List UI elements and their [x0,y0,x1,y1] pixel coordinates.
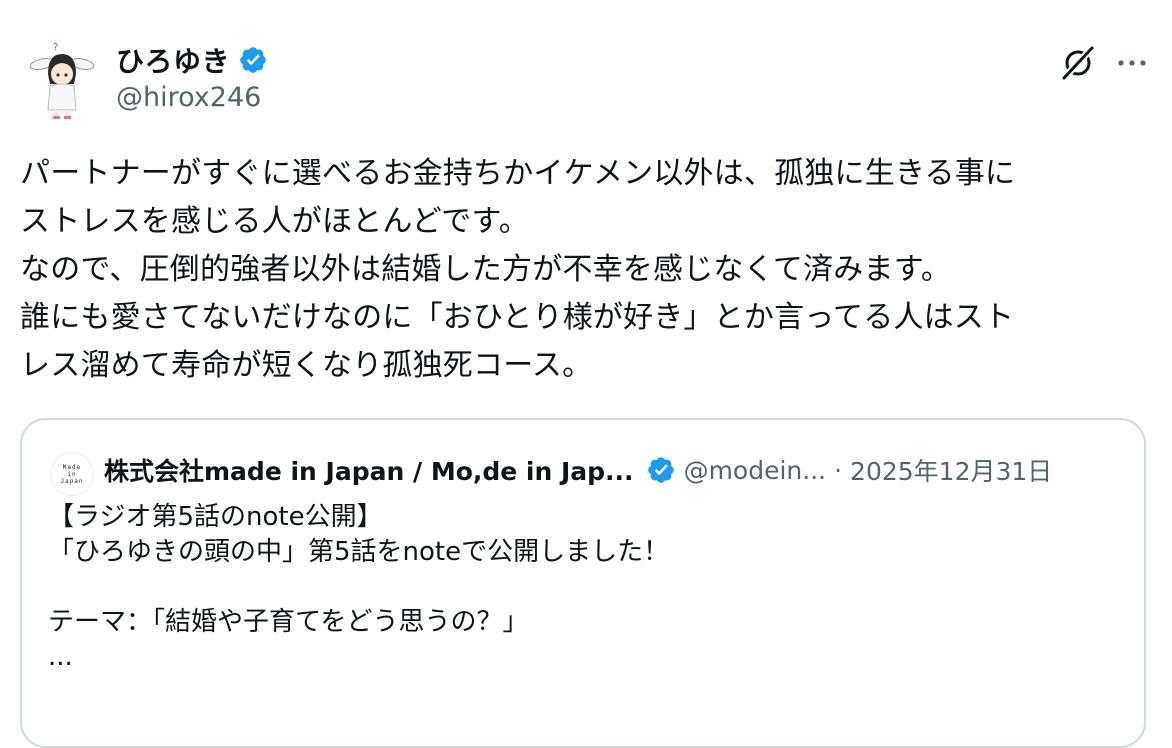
quoted-post-header: 株式会社made in Japan / Mo,de in Jap... @mod… [104,450,1052,490]
grok-icon[interactable] [1058,44,1098,82]
author-info: ひろゆき @hirox246 [116,40,268,113]
quoted-avatar-line-3: Japan [60,477,84,485]
quoted-author-avatar[interactable]: Made in Japan [50,452,94,496]
quoted-post[interactable]: Made in Japan 株式会社made in Japan / Mo,de … [20,418,1146,748]
separator-dot: · [834,455,843,485]
quoted-verified-badge-icon[interactable] [646,455,676,485]
quoted-post-date[interactable]: 2025年12月31日 [850,452,1052,488]
more-options-icon[interactable] [1112,48,1152,78]
verified-badge-icon[interactable] [238,45,268,75]
author-handle[interactable]: @hirox246 [116,82,268,113]
author-avatar[interactable]: ? [20,38,104,122]
svg-text:?: ? [53,42,58,53]
quoted-post-text: 【ラジオ第5話のnote公開】 「ひろゆきの頭の中」第5話をnoteで公開しまし… [48,502,670,672]
post-container: ? ひろゆき @hirox246 パートナーがすぐに選べるお金持ちかイケメン以外… [0,0,1172,748]
quoted-author-handle[interactable]: @modein... [684,456,827,485]
author-name-row: ひろゆき [116,40,268,80]
quoted-avatar-line-1: Made [62,463,82,471]
quoted-author-name[interactable]: 株式会社made in Japan / Mo,de in Jap... [104,452,634,488]
anime-character-avatar-icon: ? [29,42,95,119]
quoted-avatar-line-2: in [67,470,77,478]
author-display-name[interactable]: ひろゆき [116,40,230,80]
post-text: パートナーがすぐに選べるお金持ちかイケメン以外は、孤独に生きる事に ストレスを感… [20,156,1016,383]
